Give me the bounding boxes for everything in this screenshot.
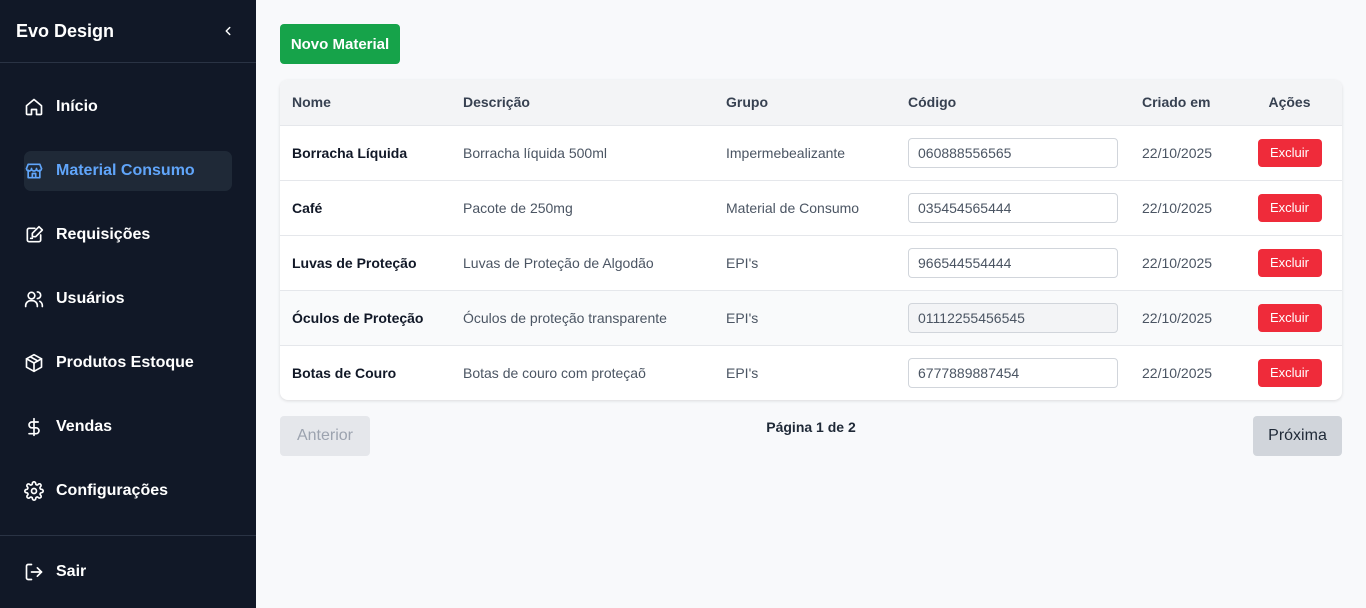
cell-name: Borracha Líquida [292,144,408,161]
cell-name: Café [292,199,323,216]
dollar-icon [24,417,44,437]
cell-description: Borracha líquida 500ml [463,144,607,161]
cell-group: EPI's [726,254,759,271]
cell-description: Luvas de Proteção de Algodão [463,254,654,271]
sidebar-item-vendas[interactable]: Vendas [24,407,232,447]
cell-code [896,345,1130,400]
code-input[interactable] [908,247,1118,278]
column-header-name: Nome [292,94,331,111]
cell-created: 22/10/2025 [1142,199,1213,216]
cell-group: EPI's [726,364,759,381]
cell-group: Material de Consumo [726,199,860,216]
cell-code [896,180,1130,235]
cell-group: EPI's [726,309,759,326]
users-icon [24,289,44,309]
sidebar-item-label: Requisições [56,226,151,243]
gear-icon [24,481,44,501]
code-input[interactable] [908,137,1118,168]
sidebar-item-inicio[interactable]: Início [24,87,232,127]
delete-button[interactable]: Excluir [1257,193,1322,222]
table-row: Borracha Líquida Borracha líquida 500ml … [280,125,1342,180]
cell-name: Botas de Couro [292,364,397,381]
clipboard-edit-icon [24,225,44,245]
delete-button[interactable]: Excluir [1257,358,1322,387]
cell-name: Óculos de Proteção [292,309,424,326]
cell-code [896,235,1130,290]
package-icon [24,353,44,373]
cell-actions: Excluir [1237,180,1342,235]
cell-group: Impermebealizante [726,144,846,161]
page-indicator: Página 1 de 2 [766,419,856,435]
column-header-actions: Ações [1268,94,1311,111]
new-material-button[interactable]: Novo Material [280,24,400,64]
cell-created: 22/10/2025 [1142,144,1213,161]
sidebar-item-usuarios[interactable]: Usuários [24,279,232,319]
brand-title: Evo Design [16,20,115,41]
logout-button[interactable]: Sair [24,552,86,592]
sidebar-item-produtos-estoque[interactable]: Produtos Estoque [24,343,232,383]
column-header-description: Descrição [463,94,530,111]
delete-button[interactable]: Excluir [1257,248,1322,277]
table-row: Botas de Couro Botas de couro com proteç… [280,345,1342,400]
cell-created: 22/10/2025 [1142,254,1213,271]
home-icon [24,97,44,117]
materials-table-card: Nome Descrição Grupo Código Criado em Aç… [280,80,1342,400]
sidebar-item-label: Usuários [56,290,125,307]
cell-code [896,290,1130,345]
sidebar-item-label: Material Consumo [56,162,195,179]
sidebar-item-label: Produtos Estoque [56,354,194,371]
delete-button[interactable]: Excluir [1257,138,1322,167]
sidebar-item-label: Início [56,98,98,115]
sidebar-item-configuracoes[interactable]: Configurações [24,471,232,511]
sidebar-header: Evo Design [0,0,256,63]
logout-icon [24,562,44,582]
store-icon [24,161,44,181]
logout-label: Sair [56,563,87,580]
sidebar-item-label: Vendas [56,418,113,435]
table-row: Café Pacote de 250mg Material de Consumo… [280,180,1342,235]
cell-actions: Excluir [1237,125,1342,180]
table-row: Luvas de Proteção Luvas de Proteção de A… [280,235,1342,290]
sidebar-item-material-consumo[interactable]: Material Consumo [24,151,232,191]
code-input[interactable] [908,302,1118,333]
code-input[interactable] [908,192,1118,223]
cell-description: Botas de couro com proteçaõ [463,364,646,381]
table-row: Óculos de Proteção Óculos de proteção tr… [280,290,1342,345]
code-input[interactable] [908,357,1118,388]
column-header-code: Código [908,94,957,111]
cell-description: Óculos de proteção transparente [463,309,667,326]
cell-description: Pacote de 250mg [463,199,573,216]
column-header-created: Criado em [1142,94,1211,111]
table-header-row: Nome Descrição Grupo Código Criado em Aç… [280,80,1342,125]
sidebar-item-requisicoes[interactable]: Requisições [24,215,232,255]
cell-created: 22/10/2025 [1142,364,1213,381]
chevron-left-icon [225,26,231,36]
sidebar-item-label: Configurações [56,482,169,499]
cell-actions: Excluir [1237,235,1342,290]
collapse-sidebar-button[interactable] [218,21,238,41]
cell-created: 22/10/2025 [1142,309,1213,326]
cell-name: Luvas de Proteção [292,254,417,271]
previous-page-button[interactable]: Anterior [280,416,370,456]
next-page-button[interactable]: Próxima [1253,416,1342,456]
cell-actions: Excluir [1237,345,1342,400]
sidebar: Evo Design Início Material Consumo Requi… [0,0,256,608]
materials-table: Nome Descrição Grupo Código Criado em Aç… [280,80,1342,400]
cell-actions: Excluir [1237,290,1342,345]
cell-code [896,125,1130,180]
delete-button[interactable]: Excluir [1257,303,1322,332]
sidebar-footer: Sair [0,535,256,608]
column-header-group: Grupo [726,94,768,111]
